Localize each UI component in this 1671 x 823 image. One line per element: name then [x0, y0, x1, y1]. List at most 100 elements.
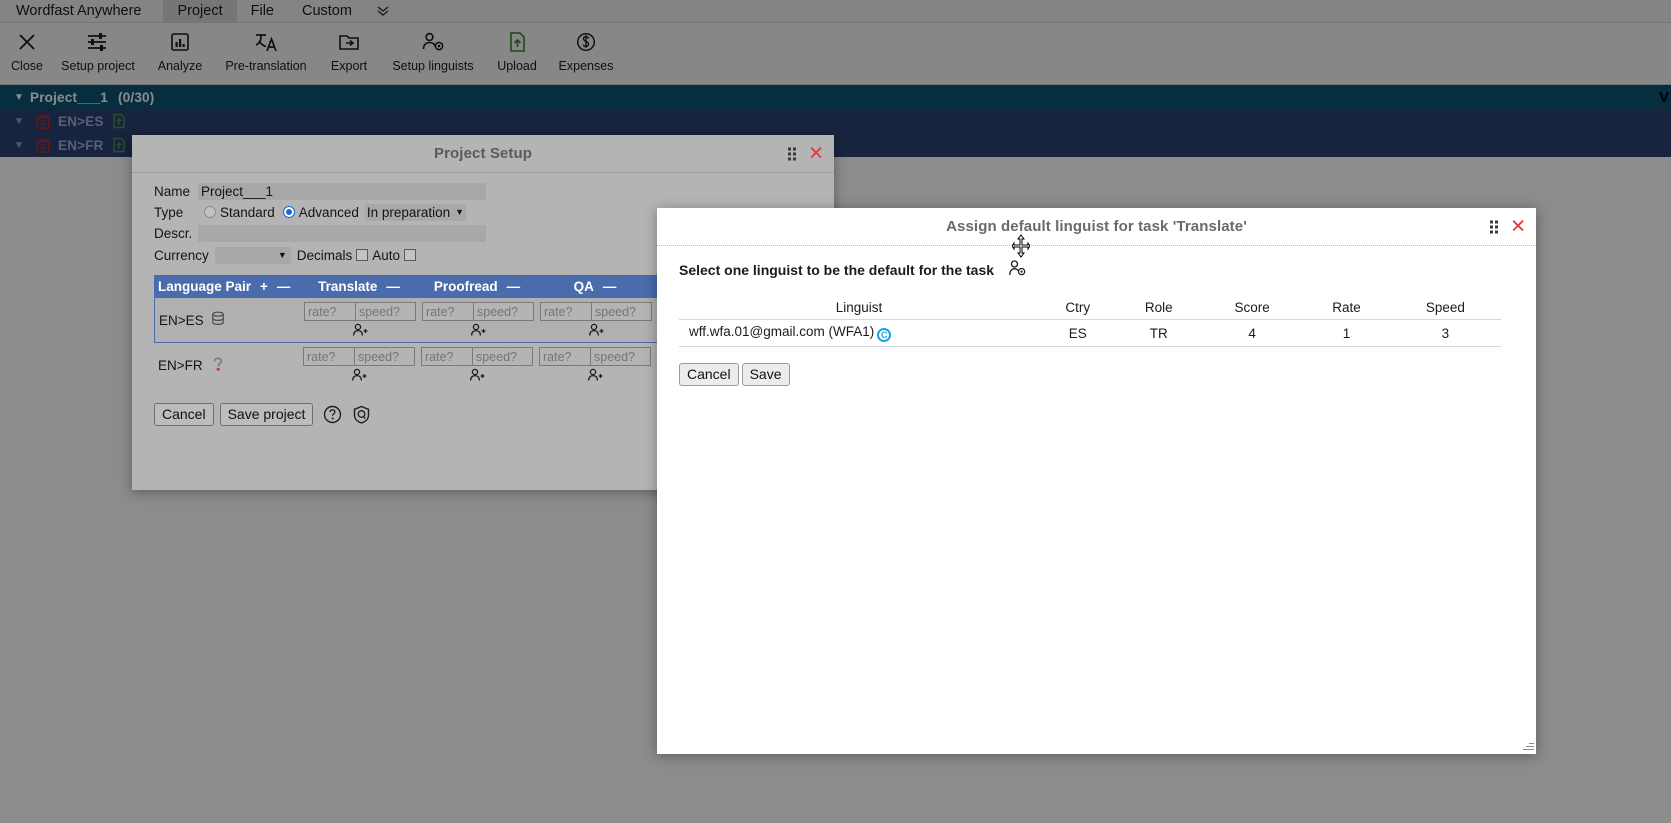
col-ctry: Ctry [1039, 298, 1117, 320]
assign-linguist-titlebar: Assign default linguist for task 'Transl… [657, 208, 1536, 258]
drag-handle-icon[interactable] [788, 147, 797, 160]
decimals-checkbox[interactable] [356, 249, 369, 261]
decimals-label: Decimals [296, 247, 353, 263]
descr-input[interactable] [198, 224, 486, 242]
toolbar-analyze[interactable]: Analyze [146, 23, 214, 75]
delete-box-icon[interactable] [36, 137, 50, 153]
proofread-rate-input[interactable] [422, 302, 474, 321]
add-person-icon[interactable] [470, 323, 486, 342]
toolbar-pre-translation[interactable]: Pre-translation [214, 23, 318, 75]
qa-cell [536, 343, 654, 387]
remove-proofread-button[interactable]: — [507, 279, 521, 294]
translate-speed-input[interactable] [356, 302, 416, 321]
add-person-icon[interactable] [587, 368, 603, 387]
sliders-icon [86, 28, 110, 56]
toolbar-expenses[interactable]: Expenses [548, 23, 624, 75]
save-button[interactable]: Save [741, 363, 790, 386]
toolbar-upload[interactable]: Upload [486, 23, 548, 75]
chevron-down-icon: ▼ [455, 207, 465, 217]
close-icon[interactable]: ✕ [808, 144, 824, 163]
user-gear-icon[interactable] [1008, 260, 1027, 280]
translate-speed-input[interactable] [355, 347, 415, 366]
caret-down-icon[interactable]: ▼ [10, 140, 28, 151]
descr-label: Descr. [154, 225, 193, 241]
tree-row-en-es[interactable]: ▼ EN>ES [0, 109, 1671, 133]
toolbar-setup-linguists[interactable]: Setup linguists [380, 23, 486, 75]
language-pair-label: EN>ES [159, 312, 204, 328]
document-add-icon[interactable] [112, 113, 126, 129]
caret-down-icon[interactable]: ▼ [10, 92, 28, 103]
proofread-speed-input[interactable] [474, 302, 534, 321]
language-pair-label: EN>FR [158, 357, 203, 373]
linguist-email: wff.wfa.01@gmail.com (WFA1) [689, 324, 875, 339]
add-person-icon[interactable] [352, 323, 368, 342]
remove-language-pair-button[interactable]: — [277, 279, 291, 294]
add-person-icon[interactable] [469, 368, 485, 387]
qa-speed-input[interactable] [592, 302, 652, 321]
linguist-cell[interactable]: wff.wfa.01@gmail.com (WFA1) C [679, 319, 1039, 347]
question-circle-icon[interactable] [323, 405, 342, 424]
assign-linguist-dialog: Assign default linguist for task 'Transl… [657, 208, 1536, 754]
proofread-cell [419, 298, 537, 342]
qa-speed-input[interactable] [591, 347, 651, 366]
col-language-pair: Language Pair + — [154, 279, 300, 294]
save-project-button[interactable]: Save project [219, 403, 314, 426]
assign-linguist-title: Assign default linguist for task 'Transl… [946, 218, 1247, 235]
delete-box-icon[interactable] [36, 113, 50, 129]
caret-down-icon[interactable]: ▼ [10, 116, 28, 127]
proofread-speed-input[interactable] [473, 347, 533, 366]
toolbar-export[interactable]: Export [318, 23, 380, 75]
name-input[interactable] [198, 182, 486, 200]
toolbar-setup-project-label: Setup project [61, 59, 135, 73]
translate-cell [300, 343, 418, 387]
menu-item-file[interactable]: File [237, 0, 288, 22]
add-language-pair-button[interactable]: + [260, 279, 268, 294]
language-pair-cell: EN>FR [154, 343, 300, 387]
project-status-select[interactable]: In preparation ▼ [364, 203, 467, 221]
linguist-table-head: Linguist Ctry Role Score Rate Speed [679, 298, 1501, 320]
add-person-icon[interactable] [588, 323, 604, 342]
proofread-rate-input[interactable] [421, 347, 473, 366]
add-person-icon[interactable] [351, 368, 367, 387]
currency-select[interactable]: ▼ [214, 246, 291, 264]
col-rate: Rate [1303, 298, 1390, 320]
tree-row-project[interactable]: ▼ Project___1 (0/30) V [0, 85, 1671, 109]
auto-label: Auto [372, 247, 401, 263]
col-translate: Translate — [300, 279, 418, 294]
toolbar-close[interactable]: Close [4, 23, 50, 75]
auto-checkbox[interactable] [404, 249, 417, 261]
toolbar-setup-project[interactable]: Setup project [50, 23, 146, 75]
close-icon[interactable]: ✕ [1510, 217, 1526, 236]
ctry-cell: ES [1039, 319, 1117, 347]
remove-qa-button[interactable]: — [603, 279, 617, 294]
table-row[interactable]: wff.wfa.01@gmail.com (WFA1) C ES TR 4 1 3 [679, 319, 1501, 347]
remove-translate-button[interactable]: — [386, 279, 400, 294]
currency-label: Currency [154, 247, 209, 263]
drag-handle-icon[interactable] [1490, 220, 1499, 233]
qa-rate-input[interactable] [540, 302, 592, 321]
translate-rate-input[interactable] [303, 347, 355, 366]
linguist-table-body: wff.wfa.01@gmail.com (WFA1) C ES TR 4 1 3 [679, 319, 1501, 347]
col-proofread: Proofread — [418, 279, 536, 294]
project-name: Project___1 [30, 89, 108, 105]
assign-linguist-footer: Cancel Save [657, 347, 1536, 386]
cancel-button[interactable]: Cancel [154, 403, 214, 426]
project-count: (0/30) [118, 89, 155, 105]
radio-standard-label: Standard [220, 204, 275, 220]
radio-standard[interactable] [204, 206, 216, 218]
question-warning-icon[interactable] [210, 356, 226, 375]
qa-rate-input[interactable] [539, 347, 591, 366]
document-add-icon[interactable] [112, 137, 126, 153]
menu-brand[interactable]: Wordfast Anywhere [0, 0, 163, 22]
shield-badge-icon[interactable] [352, 405, 371, 424]
menu-item-project[interactable]: Project [163, 0, 237, 22]
translate-rate-input[interactable] [304, 302, 356, 321]
user-gear-icon [421, 28, 445, 56]
cancel-button[interactable]: Cancel [679, 363, 739, 386]
chevron-double-down-icon[interactable] [366, 0, 400, 22]
menu-bar: Wordfast Anywhere Project File Custom [0, 0, 1671, 23]
resize-grip-icon[interactable] [1521, 739, 1534, 752]
radio-advanced[interactable] [282, 206, 295, 218]
database-icon[interactable] [211, 311, 225, 329]
menu-item-custom[interactable]: Custom [288, 0, 366, 22]
